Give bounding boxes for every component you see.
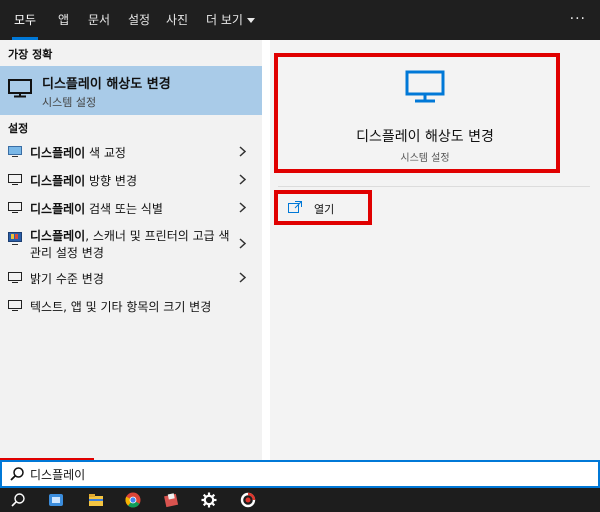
chevron-right-icon: [239, 272, 246, 283]
detail-pane: 디스플레이 해상도 변경 시스템 설정 열기: [270, 40, 600, 460]
setting-label-bold: 디스플레이: [30, 174, 86, 188]
monitor-icon: [405, 70, 445, 103]
color-calibration-icon: [8, 146, 22, 157]
open-button[interactable]: 열기: [280, 193, 372, 223]
best-match-title: 디스플레이 해상도 변경: [42, 77, 171, 92]
search-icon: [10, 467, 24, 481]
settings-item-detect[interactable]: 디스플레이 검색 또는 식별: [0, 194, 262, 222]
monitor-icon: [8, 272, 22, 283]
open-label: 열기: [314, 203, 335, 216]
setting-label-rest: 방향 변경: [85, 174, 137, 188]
color-management-icon: [8, 232, 22, 245]
detail-title: 디스플레이 해상도 변경: [356, 129, 494, 145]
explorer-app-icon[interactable]: [48, 492, 64, 508]
app-icon[interactable]: [163, 492, 179, 508]
settings-item-brightness[interactable]: 밝기 수준 변경: [0, 264, 262, 292]
tab-apps[interactable]: 앱: [58, 0, 69, 40]
search-input[interactable]: 디스플레이: [30, 466, 85, 483]
monitor-icon: [8, 202, 22, 213]
results-list: 가장 정확 디스플레이 해상도 변경 시스템 설정 설정 디스플레이 색 교정 …: [0, 40, 262, 460]
setting-label-rest: 텍스트, 앱 및 기타 항목의 크기 변경: [30, 300, 212, 314]
settings-item-orientation[interactable]: 디스플레이 방향 변경: [0, 166, 262, 194]
search-box[interactable]: 디스플레이: [0, 460, 600, 488]
chevron-right-icon: [239, 202, 246, 213]
settings-heading: 설정: [8, 122, 29, 135]
divider: [278, 186, 590, 187]
monitor-icon: [8, 79, 32, 98]
more-options-button[interactable]: ···: [570, 0, 586, 40]
setting-label-bold: 디스플레이: [30, 229, 86, 243]
recorder-icon[interactable]: [240, 492, 256, 508]
chevron-right-icon: [239, 238, 246, 249]
tab-more[interactable]: 더 보기: [206, 0, 255, 40]
taskbar: [0, 488, 600, 512]
tab-documents[interactable]: 문서: [88, 0, 110, 40]
setting-label-rest: 색 교정: [85, 146, 126, 160]
chevron-right-icon: [239, 174, 246, 185]
setting-label-rest: 밝기 수준 변경: [30, 272, 104, 286]
tab-more-label: 더 보기: [206, 13, 243, 27]
caret-down-icon: [246, 18, 255, 23]
settings-item-text-size[interactable]: 텍스트, 앱 및 기타 항목의 크기 변경: [0, 292, 262, 320]
best-match-item[interactable]: 디스플레이 해상도 변경 시스템 설정: [0, 66, 262, 115]
open-icon: [288, 201, 302, 213]
monitor-icon: [8, 300, 22, 311]
tab-settings[interactable]: 설정: [128, 0, 150, 40]
chevron-right-icon: [239, 146, 246, 157]
settings-item-color-management[interactable]: 디스플레이, 스캐너 및 프린터의 고급 색 관리 설정 변경: [0, 224, 262, 266]
file-explorer-icon[interactable]: [88, 492, 104, 508]
settings-gear-icon[interactable]: [201, 492, 217, 508]
setting-label-bold: 디스플레이: [30, 146, 86, 160]
tab-all[interactable]: 모두: [11, 0, 39, 40]
detail-subtitle: 시스템 설정: [400, 153, 450, 164]
settings-item-color-calibration[interactable]: 디스플레이 색 교정: [0, 138, 262, 166]
setting-label-bold: 디스플레이: [30, 202, 86, 216]
best-match-subtitle: 시스템 설정: [42, 96, 97, 109]
monitor-icon: [8, 174, 22, 185]
search-scope-tabs: 모두 앱 문서 설정 사진 더 보기 ···: [0, 0, 600, 40]
best-match-heading: 가장 정확: [8, 48, 53, 61]
chrome-icon[interactable]: [125, 492, 141, 508]
tab-photos[interactable]: 사진: [166, 0, 188, 40]
search-icon[interactable]: [10, 492, 26, 508]
setting-label-rest: 검색 또는 식별: [85, 202, 163, 216]
